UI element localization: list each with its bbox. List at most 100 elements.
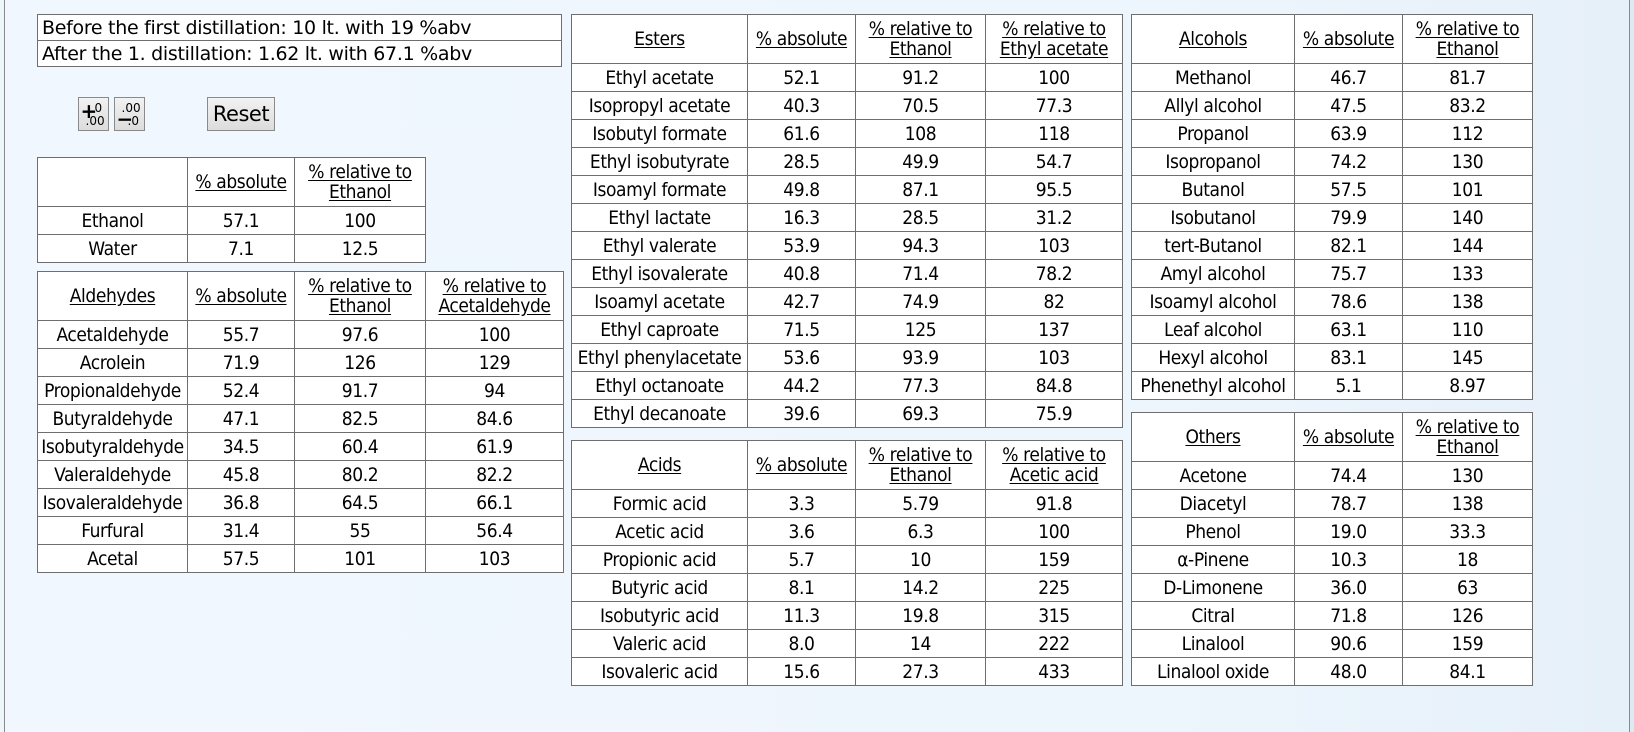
column-header-compound[interactable]: Esters (571, 14, 748, 64)
value-cell: 315 (985, 601, 1123, 630)
table-row: Methanol 46.7 81.7 (1131, 63, 1533, 92)
value-cell: 69.3 (855, 399, 986, 428)
column-header-label: % relative to Ethanol (869, 444, 973, 486)
table-row: Isoamyl formate 49.8 87.1 95.5 (571, 175, 1123, 204)
value-cell: 138 (1402, 287, 1533, 316)
column-header[interactable]: % relative to Ethanol (1402, 412, 1533, 462)
table-row: Isoamyl acetate 42.7 74.9 82 (571, 287, 1123, 316)
value-cell: 71.8 (1294, 601, 1403, 630)
value-cell: 87.1 (855, 175, 986, 204)
value-cell: 31.2 (985, 203, 1123, 232)
column-header-label: % relative to Ethanol (308, 161, 412, 203)
value-cell: 126 (294, 348, 426, 377)
column-header[interactable]: % absolute (1294, 14, 1403, 64)
column-header[interactable]: % relative to Acetic acid (985, 440, 1123, 490)
header-line: Ethanol (1436, 38, 1499, 60)
value-cell: 18 (1402, 545, 1533, 574)
increase-decimals-icon: + 0 .00 (80, 99, 105, 128)
column-header[interactable]: % absolute (747, 440, 856, 490)
value-cell: 126 (1402, 601, 1533, 630)
value-cell: 90.6 (1294, 629, 1403, 658)
value-cell: 15.6 (747, 657, 856, 686)
value-cell: 77.3 (985, 91, 1123, 120)
table-row: Ethyl lactate 16.3 28.5 31.2 (571, 203, 1123, 232)
value-cell: 48.0 (1294, 657, 1403, 686)
column-header[interactable]: % relative to Ethanol (855, 440, 986, 490)
header-line: Ethanol (1436, 436, 1499, 458)
column-header-label: Alcohols (1178, 28, 1248, 50)
column-header[interactable]: % absolute (187, 271, 295, 321)
table-row: Acetone 74.4 130 (1131, 461, 1533, 490)
value-cell: 91.2 (855, 63, 986, 92)
value-cell: 84.8 (985, 371, 1123, 400)
compound-name: Linalool (1131, 629, 1295, 658)
table-row: tert-Butanol 82.1 144 (1131, 231, 1533, 260)
reset-button[interactable]: Reset (207, 97, 275, 131)
column-header[interactable]: % absolute (187, 157, 295, 207)
value-cell: 10 (855, 545, 986, 574)
value-cell: 8.1 (747, 573, 856, 602)
header-line: % relative to (1002, 18, 1106, 40)
header-line: % relative to (1415, 416, 1520, 438)
column-header[interactable]: % relative to Acetaldehyde (425, 271, 564, 321)
compound-name: Acetone (1131, 461, 1295, 490)
value-cell: 53.6 (747, 343, 856, 372)
table-row: Ethanol 57.1 100 (37, 206, 426, 235)
value-cell: 74.2 (1294, 147, 1403, 176)
compound-name: Ethyl isobutyrate (571, 147, 748, 176)
table-row: Ethyl isovalerate 40.8 71.4 78.2 (571, 259, 1123, 288)
value-cell: 19.0 (1294, 517, 1403, 546)
column-header-label: % relative to Ethanol (308, 275, 412, 317)
table-row: Isobutyraldehyde 34.5 60.4 61.9 (37, 432, 564, 461)
value-cell: 130 (1402, 461, 1533, 490)
table-row: Butanol 57.5 101 (1131, 175, 1533, 204)
value-cell: 78.2 (985, 259, 1123, 288)
column-header-compound[interactable]: Acids (571, 440, 748, 490)
column-header[interactable]: % relative to Ethanol (294, 157, 426, 207)
column-header[interactable]: % relative to Ethanol (855, 14, 986, 64)
column-header-label: Esters (634, 28, 685, 50)
column-header-compound (37, 157, 188, 207)
table-row: Butyraldehyde 47.1 82.5 84.6 (37, 404, 564, 433)
table-row: Linalool 90.6 159 (1131, 629, 1533, 658)
decrease-decimals-button[interactable]: .00 − .0 (114, 97, 145, 131)
column-header-compound[interactable]: Others (1131, 412, 1295, 462)
column-header[interactable]: % absolute (747, 14, 856, 64)
column-header-compound[interactable]: Alcohols (1131, 14, 1295, 64)
column-header-compound[interactable]: Aldehydes (37, 271, 188, 321)
table-row: Acetic acid 3.6 6.3 100 (571, 517, 1123, 546)
value-cell: 71.9 (187, 348, 295, 377)
column-header[interactable]: % relative to Ethanol (294, 271, 426, 321)
table-row: Ethyl phenylacetate 53.6 93.9 103 (571, 343, 1123, 372)
table-row: α-Pinene 10.3 18 (1131, 545, 1533, 574)
compound-name: Ethyl acetate (571, 63, 748, 92)
value-cell: 144 (1402, 231, 1533, 260)
value-cell: 40.3 (747, 91, 856, 120)
increase-decimals-button[interactable]: + 0 .00 (78, 97, 109, 131)
value-cell: 222 (985, 629, 1123, 658)
value-cell: 91.8 (985, 489, 1123, 518)
value-cell: 137 (985, 315, 1123, 344)
esters-table: Esters% absolute% relative to Ethanol% re… (571, 14, 1123, 428)
value-cell: 10.3 (1294, 545, 1403, 574)
column-header-label: % absolute (1302, 426, 1395, 448)
compound-name: Acetaldehyde (37, 320, 188, 349)
column-header[interactable]: % relative to Ethanol (1402, 14, 1533, 64)
header-line: Ethanol (889, 38, 952, 60)
column-header-label: Aldehydes (69, 285, 156, 307)
value-cell: 81.7 (1402, 63, 1533, 92)
column-header[interactable]: % relative to Ethyl acetate (985, 14, 1123, 64)
value-cell: 75.7 (1294, 259, 1403, 288)
column-header[interactable]: % absolute (1294, 412, 1403, 462)
value-cell: 49.8 (747, 175, 856, 204)
value-cell: 103 (985, 343, 1123, 372)
compound-name: Butanol (1131, 175, 1295, 204)
compound-name: Isovaleraldehyde (37, 488, 188, 517)
compound-name: Valeraldehyde (37, 460, 188, 489)
column-header-label: % relative to Ethanol (869, 18, 973, 60)
value-cell: 83.2 (1402, 91, 1533, 120)
value-cell: 100 (985, 517, 1123, 546)
table-row: Hexyl alcohol 83.1 145 (1131, 343, 1533, 372)
compound-name: Propanol (1131, 119, 1295, 148)
compound-name: Ethyl octanoate (571, 371, 748, 400)
